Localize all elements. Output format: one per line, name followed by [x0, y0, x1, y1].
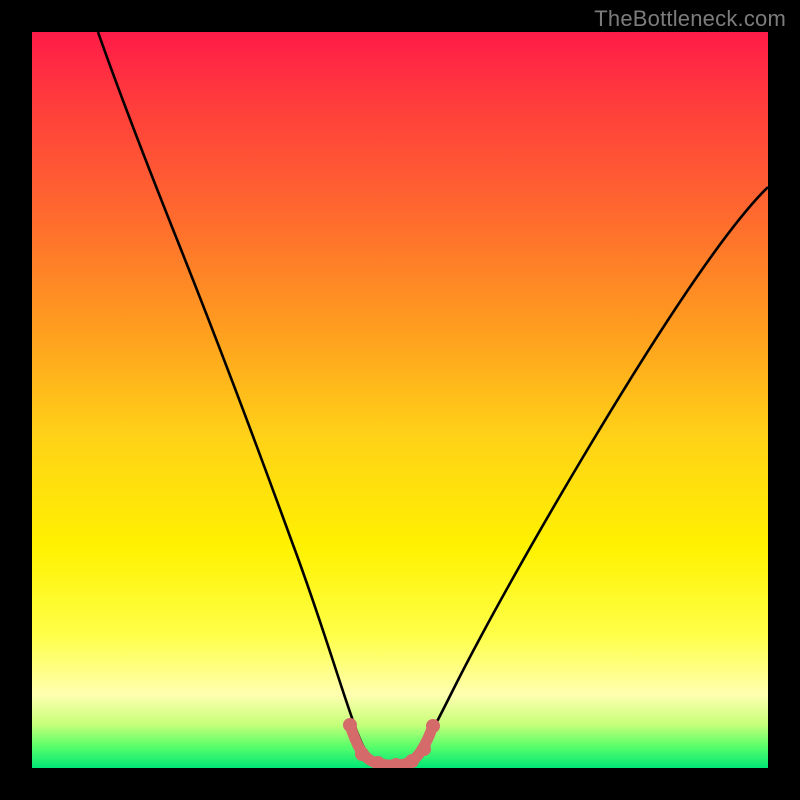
bottleneck-curve	[98, 32, 768, 765]
plot-area	[32, 32, 768, 768]
watermark-text: TheBottleneck.com	[594, 6, 786, 32]
chart-svg	[32, 32, 768, 768]
chart-frame: TheBottleneck.com	[0, 0, 800, 800]
